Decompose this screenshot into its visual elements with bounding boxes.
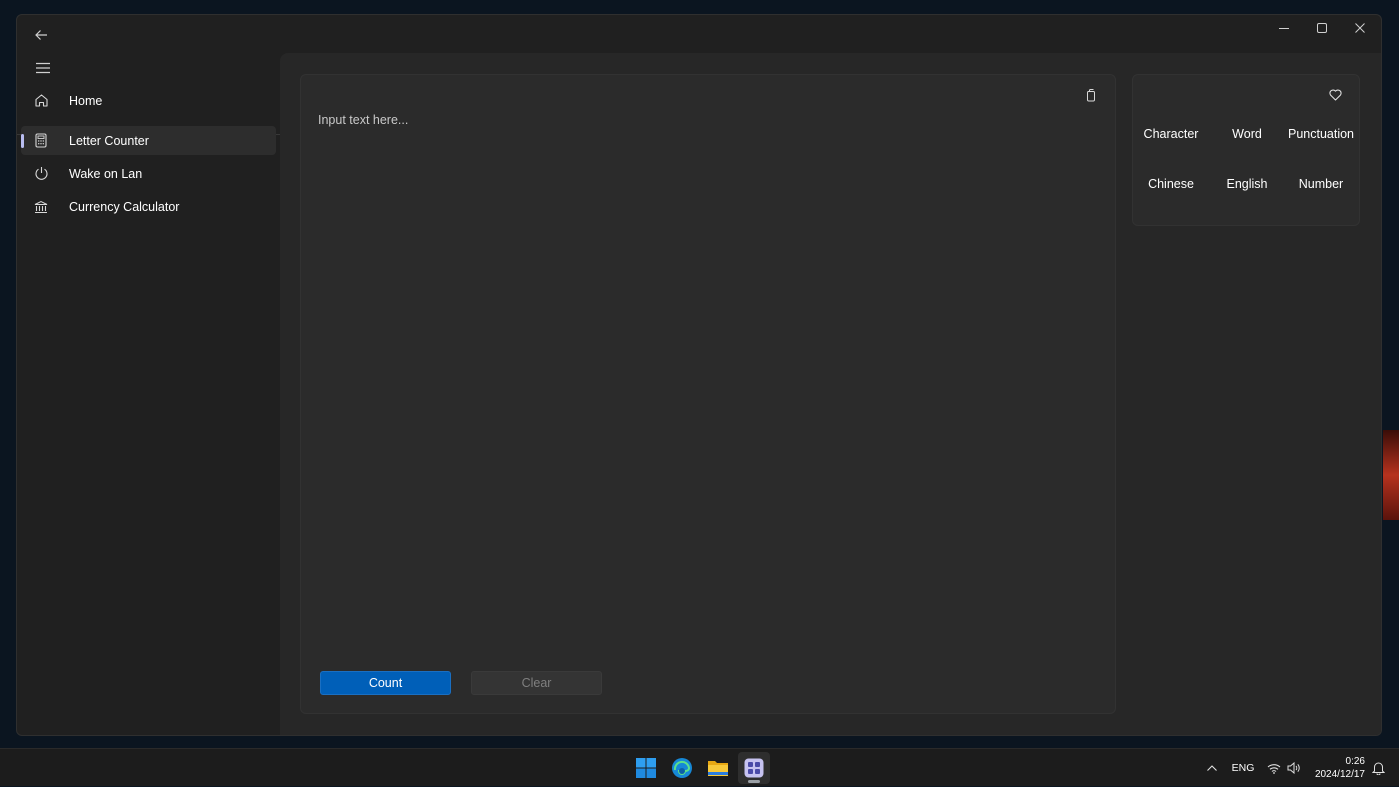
selection-indicator <box>21 134 24 148</box>
clock[interactable]: 0:26 2024/12/17 <box>1315 755 1365 781</box>
stat-punctuation-label: Punctuation <box>1287 127 1355 141</box>
nav-item-wake-on-lan[interactable]: Wake on Lan <box>21 159 276 188</box>
edge-icon <box>672 758 692 778</box>
content-area: Count Clear Character Word Punctuation C… <box>280 53 1381 735</box>
stat-chinese-label: Chinese <box>1148 177 1194 191</box>
power-icon <box>33 166 49 182</box>
stat-number-label: Number <box>1298 177 1344 191</box>
taskbar-file-explorer[interactable] <box>702 752 734 784</box>
start-button[interactable] <box>630 752 662 784</box>
start-icon <box>636 758 656 778</box>
app-window: Home Letter Counter Wake on Lan Currency… <box>16 14 1382 736</box>
hamburger-menu-icon <box>36 62 50 74</box>
input-language-button[interactable]: ENG <box>1228 749 1258 787</box>
nav-item-letter-counter[interactable]: Letter Counter <box>21 126 276 155</box>
active-app-indicator <box>748 780 760 783</box>
maximize-icon <box>1317 23 1327 33</box>
close-icon <box>1355 23 1365 33</box>
clock-time: 0:26 <box>1345 756 1365 767</box>
count-button[interactable]: Count <box>320 671 451 695</box>
nav-item-label: Currency Calculator <box>69 199 180 214</box>
clock-date: 2024/12/17 <box>1314 769 1365 780</box>
nav-item-label: Home <box>69 93 103 108</box>
title-bar <box>17 15 1381 55</box>
desktop-wallpaper <box>1383 430 1399 520</box>
back-button[interactable] <box>23 21 59 49</box>
heart-icon <box>1328 89 1342 101</box>
nav-item-home[interactable]: Home <box>21 86 276 115</box>
network-button[interactable] <box>1264 749 1284 787</box>
notification-icon <box>1371 762 1385 775</box>
menu-toggle-button[interactable] <box>23 55 63 81</box>
home-icon <box>33 93 49 109</box>
bank-icon <box>33 199 49 215</box>
nav-item-label: Wake on Lan <box>69 166 143 181</box>
volume-button[interactable] <box>1284 749 1304 787</box>
wifi-icon <box>1267 763 1281 774</box>
back-arrow-icon <box>35 30 47 40</box>
nav-item-currency-calculator[interactable]: Currency Calculator <box>21 192 276 221</box>
stat-character-label: Character <box>1143 127 1199 141</box>
favorite-button[interactable] <box>1323 85 1347 105</box>
taskbar-edge[interactable] <box>666 752 698 784</box>
maximize-button[interactable] <box>1303 15 1341 41</box>
copy-icon <box>1087 88 1095 101</box>
text-editor-card: Count Clear <box>300 74 1116 714</box>
clear-button[interactable]: Clear <box>471 671 602 695</box>
language-indicator: ENG <box>1231 762 1255 774</box>
stat-english-label: English <box>1226 177 1268 191</box>
nav-item-label: Letter Counter <box>69 133 149 148</box>
file-explorer-icon <box>708 761 728 776</box>
toolbox-app-icon <box>744 758 764 778</box>
chevron-up-icon <box>1207 765 1217 771</box>
text-input[interactable] <box>318 113 1078 613</box>
volume-icon <box>1287 762 1300 774</box>
close-button[interactable] <box>1341 15 1379 41</box>
calculator-icon <box>33 133 49 149</box>
stat-word-label: Word <box>1232 127 1262 141</box>
statistics-card: Character Word Punctuation Chinese Engli… <box>1132 74 1360 226</box>
minimize-button[interactable] <box>1265 15 1303 41</box>
show-hidden-icons-button[interactable] <box>1202 749 1222 787</box>
notification-button[interactable] <box>1368 749 1388 787</box>
taskbar-toolbox-app[interactable] <box>738 752 770 784</box>
taskbar: ENG 0:26 2024/12/17 <box>0 748 1399 786</box>
navigation-pane: Home Letter Counter Wake on Lan Currency… <box>17 55 280 735</box>
minimize-icon <box>1279 28 1289 29</box>
copy-button[interactable] <box>1079 85 1103 105</box>
